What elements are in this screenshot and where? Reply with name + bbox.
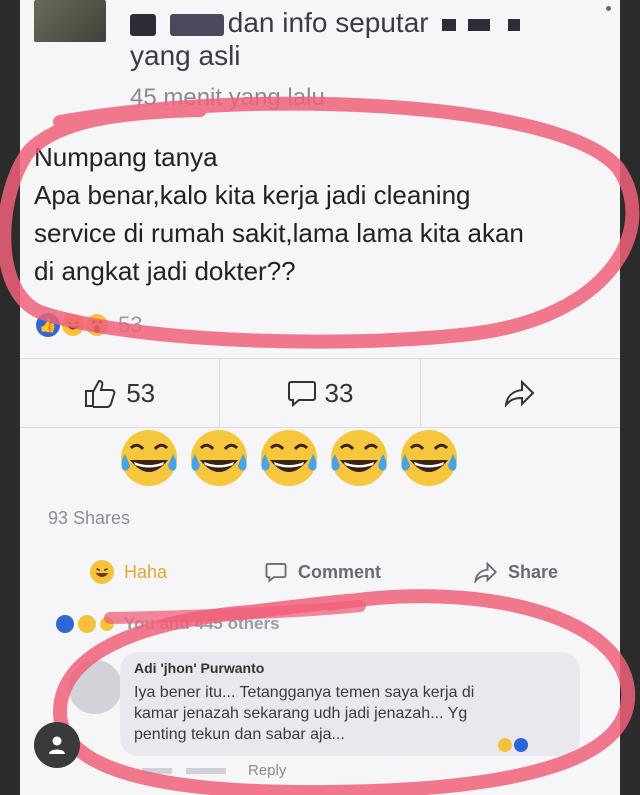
post-timestamp: 45 menit yang lalu (130, 84, 325, 111)
share-arrow-icon (474, 561, 498, 583)
group-name-line2[interactable]: yang asli (130, 40, 241, 72)
haha-button[interactable]: Haha (90, 555, 167, 589)
redacted-block (130, 13, 156, 36)
tears-of-joy-emoji-icon (121, 430, 177, 486)
redacted-block (468, 18, 491, 31)
comment-action-button[interactable]: Comment (264, 555, 381, 589)
comment-reactions[interactable] (498, 738, 528, 752)
likes-summary[interactable]: You and 445 others (56, 614, 280, 634)
comment-emoji-row (116, 424, 462, 490)
like-reaction-icon (56, 615, 74, 633)
redacted-block (507, 18, 520, 31)
facebook-post-screen: dan info seputar yang asli 45 menit yang… (20, 0, 620, 795)
group-name-text: dan info seputar (227, 7, 429, 38)
tears-of-joy-emoji-icon (191, 430, 247, 486)
like-count: 53 (126, 377, 156, 408)
wow-reaction-icon (86, 314, 108, 336)
reaction-count: 53 (118, 312, 143, 337)
haha-reaction-icon (78, 615, 96, 633)
wow-reaction-icon (100, 617, 114, 631)
haha-label: Haha (124, 561, 168, 582)
comment-line: Iya bener itu... Tetangganya temen saya … (134, 684, 475, 701)
share-button[interactable] (421, 359, 620, 427)
like-button[interactable]: 53 (20, 359, 221, 427)
comment-meta-faded (142, 762, 227, 779)
comment-text: Iya bener itu... Tetangganya temen saya … (134, 682, 574, 745)
tears-of-joy-emoji-icon (331, 430, 387, 486)
post-line: Numpang tanya (34, 142, 218, 172)
commenter-name[interactable]: Adi 'jhon' Purwanto (134, 660, 264, 676)
commenter-avatar[interactable] (68, 660, 122, 714)
group-name-line1[interactable]: dan info seputar (130, 6, 520, 40)
like-reaction-icon: 👍 (36, 313, 60, 337)
shares-count[interactable]: 93 Shares (48, 508, 130, 529)
comment-label: Comment (298, 561, 382, 582)
post-line: di angkat jadi dokter?? (34, 256, 296, 286)
comment-bubble-icon (287, 381, 316, 408)
more-options-icon[interactable] (606, 6, 611, 11)
haha-reaction-icon (90, 560, 114, 584)
post-body: Numpang tanya Apa benar,kalo kita kerja … (34, 138, 604, 290)
redacted-block (442, 18, 457, 31)
redacted-block (169, 13, 224, 36)
reply-link[interactable]: Reply (248, 762, 286, 779)
thumbs-up-icon (85, 379, 116, 408)
post-line: service di rumah sakit,lama lama kita ak… (34, 218, 524, 248)
share-arrow-icon (505, 379, 535, 407)
post-line: Apa benar,kalo kita kerja jadi cleaning (34, 180, 471, 210)
comment-count: 33 (324, 377, 354, 408)
post-action-bar: 53 33 (20, 358, 620, 428)
tears-of-joy-emoji-icon (401, 430, 457, 486)
user-profile-button[interactable] (34, 722, 80, 768)
comment-line: kamar jenazah sekarang udh jadi jenazah.… (134, 705, 468, 722)
haha-reaction-icon (62, 314, 84, 336)
comment-button[interactable]: 33 (220, 359, 421, 427)
reactions-summary[interactable]: 👍 53 (36, 312, 142, 338)
user-icon (49, 736, 65, 754)
comment-bubble-icon (265, 563, 287, 583)
share-label: Share (508, 561, 559, 582)
haha-reaction-icon (498, 738, 512, 752)
tears-of-joy-emoji-icon (261, 430, 317, 486)
share-action-button[interactable]: Share (474, 555, 558, 589)
group-thumbnail[interactable] (34, 0, 106, 42)
likes-summary-text: You and 445 others (124, 614, 280, 633)
like-reaction-icon (514, 738, 528, 752)
